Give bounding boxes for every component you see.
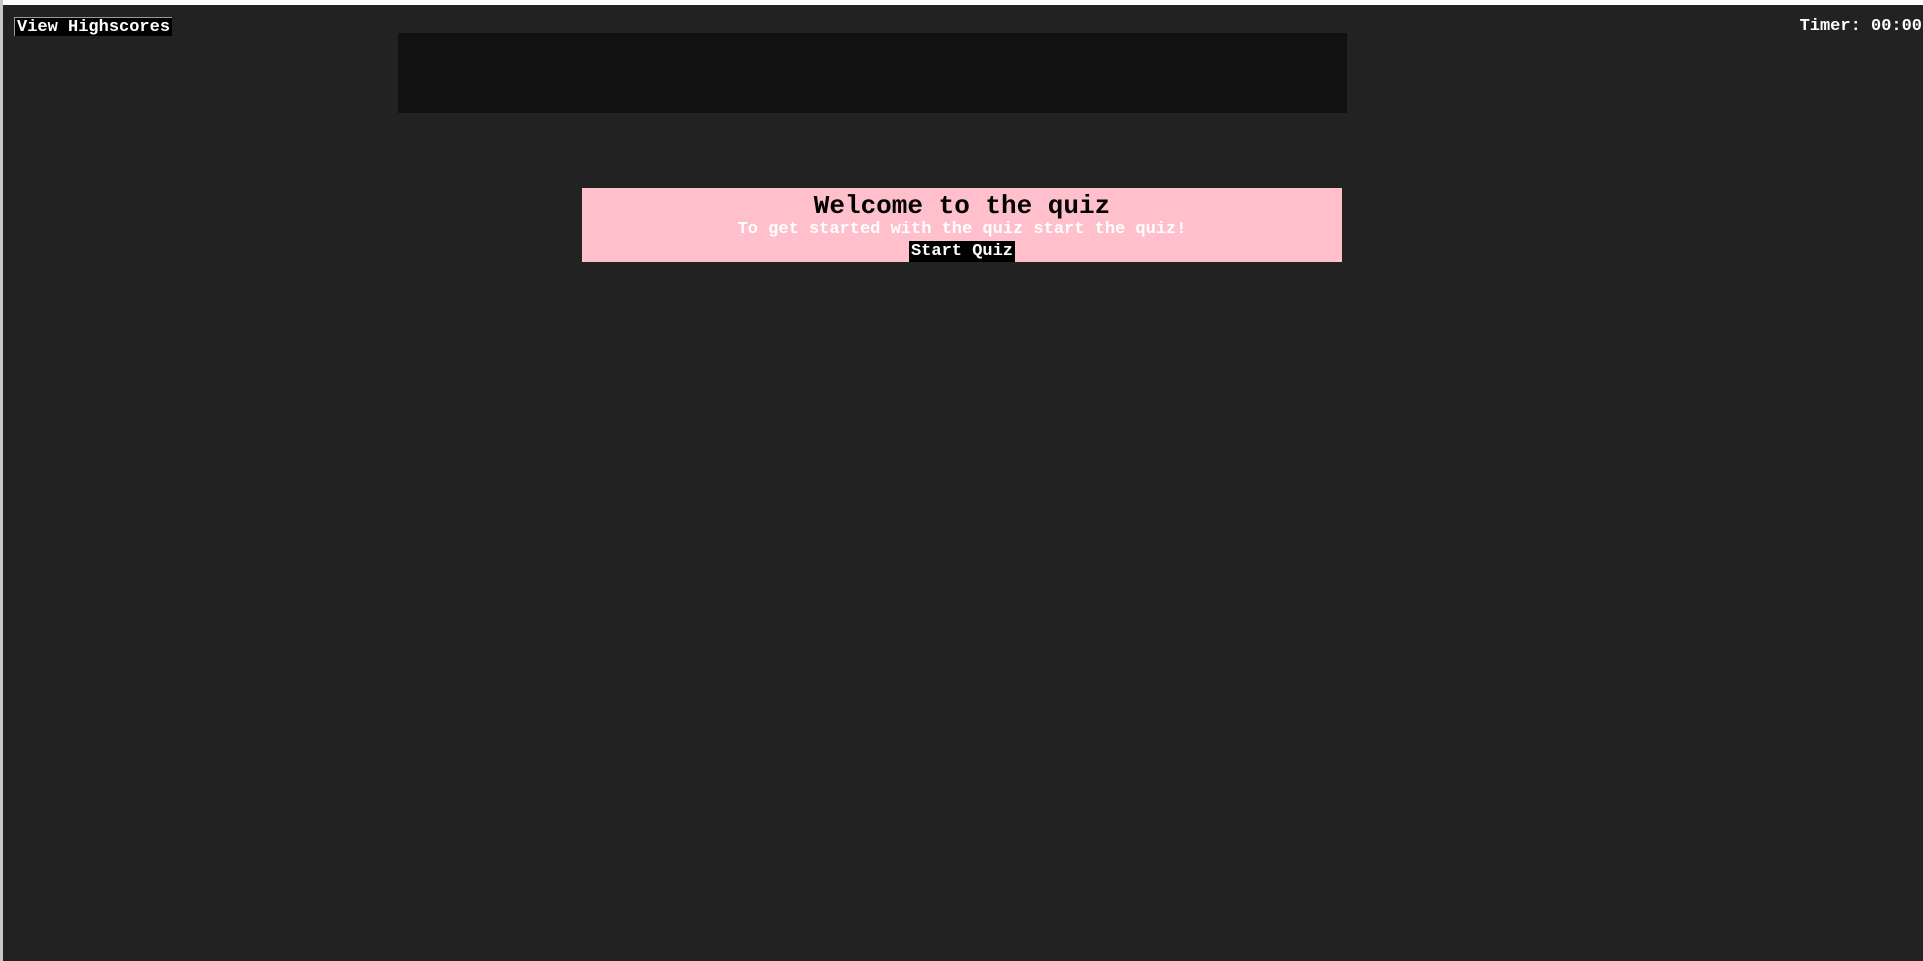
header-banner	[398, 33, 1347, 113]
welcome-title: Welcome to the quiz	[813, 191, 1111, 221]
timer-display: Timer: 00:00	[1799, 17, 1922, 36]
start-quiz-button[interactable]: Start Quiz	[908, 241, 1016, 262]
welcome-subtitle: To get started with the quiz start the q…	[737, 220, 1187, 239]
view-highscores-button[interactable]: View Highscores	[14, 17, 173, 37]
welcome-card: Welcome to the quiz To get started with …	[582, 188, 1342, 262]
page-viewport: View Highscores Timer: 00:00 Welcome to …	[3, 5, 1923, 961]
